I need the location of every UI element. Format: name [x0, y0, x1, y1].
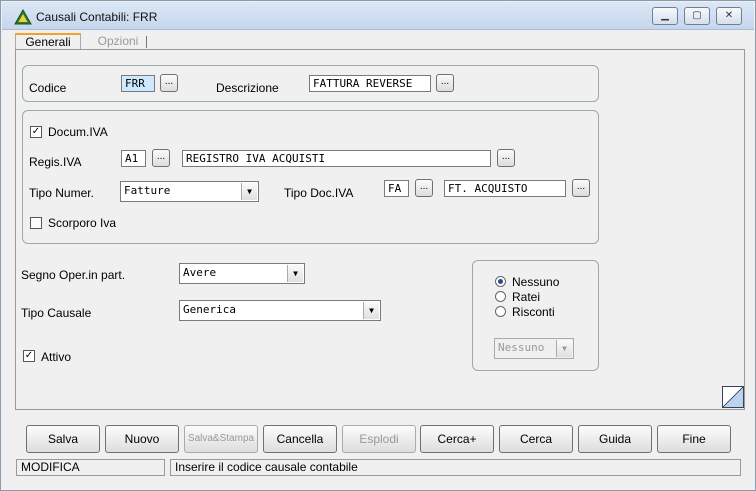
tipo-doc-iva-desc-input[interactable]: FT. ACQUISTO [444, 180, 566, 197]
chevron-down-icon[interactable]: ▼ [287, 265, 303, 282]
checkmark-icon: ✓ [24, 350, 34, 361]
attivo-checkbox[interactable]: ✓ [23, 350, 35, 362]
tipo-causale-value: Generica [183, 303, 236, 316]
descrizione-lookup-button[interactable]: ... [436, 74, 454, 92]
cancella-button[interactable]: Cancella [263, 425, 337, 453]
regis-iva-desc-input[interactable]: REGISTRO IVA ACQUISTI [182, 150, 491, 167]
tipo-numer-value: Fatture [124, 184, 171, 197]
chevron-down-icon: ▼ [556, 340, 572, 357]
codice-input[interactable]: FRR [121, 75, 155, 92]
segno-oper-value: Avere [183, 266, 217, 279]
tipo-doc-iva-lookup-button[interactable]: ... [415, 179, 433, 197]
tipo-doc-iva-label: Tipo Doc.IVA [284, 186, 354, 200]
minimize-icon: ▁ [661, 10, 669, 21]
docum-iva-label: Docum.IVA [48, 125, 108, 139]
descrizione-label: Descrizione [216, 81, 279, 95]
nuovo-button[interactable]: Nuovo [105, 425, 179, 453]
radio-risconti-label: Risconti [512, 305, 555, 319]
docum-iva-checkbox[interactable]: ✓ [30, 126, 42, 138]
cerca-plus-button[interactable]: Cerca+ [420, 425, 494, 453]
resize-corner-icon[interactable] [722, 386, 744, 408]
maximize-button[interactable]: ▢ [684, 7, 710, 25]
tipo-numer-label: Tipo Numer. [29, 186, 94, 200]
tipo-causale-label: Tipo Causale [21, 306, 92, 320]
radio-risconti[interactable] [495, 306, 506, 317]
tab-panel-generali: Codice FRR ... Descrizione FATTURA REVER… [15, 49, 745, 410]
codice-label: Codice [29, 81, 67, 95]
salva-stampa-button: Salva&Stampa [184, 425, 258, 453]
window-title: Causali Contabili: FRR [36, 10, 158, 24]
tipo-causale-dropdown[interactable]: Generica ▼ [179, 300, 381, 321]
tipo-doc-iva-desc-lookup-button[interactable]: ... [572, 179, 590, 197]
regis-iva-code-input[interactable]: A1 [121, 150, 146, 167]
fine-button[interactable]: Fine [657, 425, 731, 453]
ratei-risconti-dropdown: Nessuno ▼ [494, 338, 574, 359]
tab-opzioni[interactable]: Opzioni [93, 34, 143, 50]
segno-oper-label: Segno Oper.in part. [21, 268, 126, 282]
descrizione-input[interactable]: FATTURA REVERSE [309, 75, 431, 92]
tab-strip: Generali Opzioni [15, 33, 745, 51]
tipo-doc-iva-code-input[interactable]: FA [384, 180, 409, 197]
chevron-down-icon[interactable]: ▼ [363, 302, 379, 319]
scorporo-iva-checkbox[interactable] [30, 217, 42, 229]
radio-nessuno-label: Nessuno [512, 275, 560, 289]
tab-separator [146, 36, 147, 48]
ratei-risconti-value: Nessuno [498, 341, 545, 354]
radio-ratei-label: Ratei [512, 290, 541, 304]
cerca-button[interactable]: Cerca [499, 425, 573, 453]
segno-oper-dropdown[interactable]: Avere ▼ [179, 263, 305, 284]
status-mode: MODIFICA [16, 459, 165, 476]
maximize-icon: ▢ [692, 10, 702, 21]
chevron-down-icon[interactable]: ▼ [241, 183, 257, 200]
radio-ratei[interactable] [495, 291, 506, 302]
checkmark-icon: ✓ [31, 126, 41, 137]
regis-iva-label: Regis.IVA [29, 155, 82, 169]
regis-iva-desc-lookup-button[interactable]: ... [497, 149, 515, 167]
guida-button[interactable]: Guida [578, 425, 652, 453]
salva-button[interactable]: Salva [26, 425, 100, 453]
codice-lookup-button[interactable]: ... [160, 74, 178, 92]
status-message: Inserire il codice causale contabile [170, 459, 741, 476]
scorporo-iva-label: Scorporo Iva [48, 216, 117, 230]
radio-nessuno[interactable] [495, 276, 506, 287]
close-button[interactable]: ✕ [716, 7, 742, 25]
window: Causali Contabili: FRR ▁ ▢ ✕ Generali Op… [0, 0, 756, 491]
close-icon: ✕ [724, 10, 734, 21]
tipo-numer-dropdown[interactable]: Fatture ▼ [120, 181, 259, 202]
minimize-button[interactable]: ▁ [652, 7, 678, 25]
attivo-label: Attivo [41, 350, 72, 364]
title-bar[interactable]: Causali Contabili: FRR ▁ ▢ ✕ [2, 2, 754, 30]
app-logo-icon [14, 9, 32, 25]
esplodi-button: Esplodi [342, 425, 416, 453]
regis-iva-lookup-button[interactable]: ... [152, 149, 170, 167]
